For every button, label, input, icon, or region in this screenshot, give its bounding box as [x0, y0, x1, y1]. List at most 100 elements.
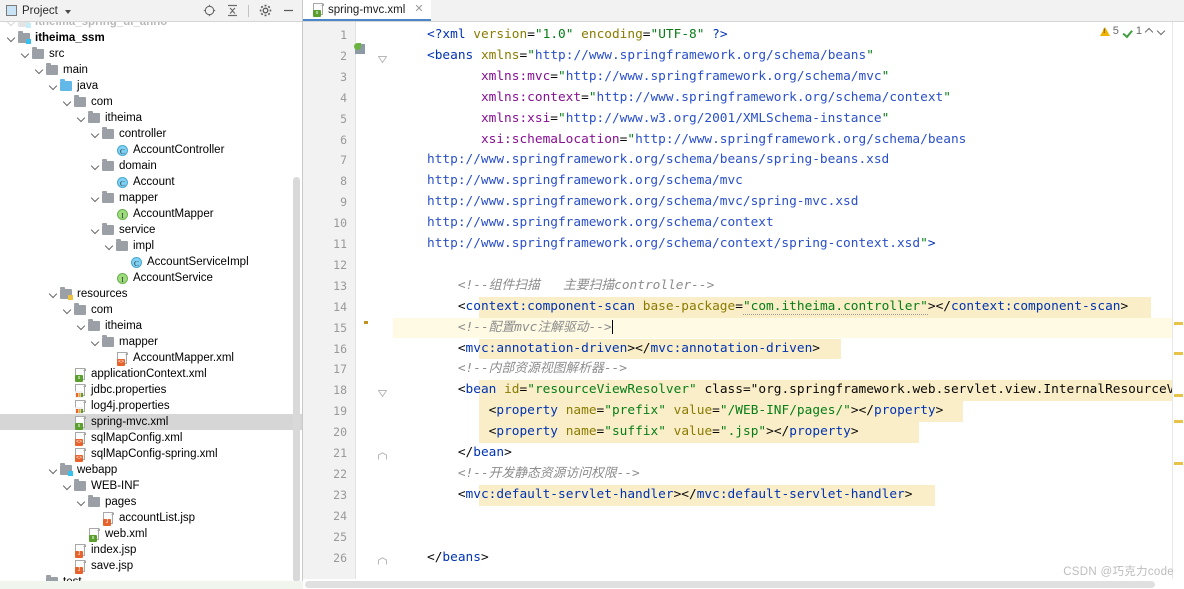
tree-node-com[interactable]: com: [0, 302, 302, 318]
tree-node-account[interactable]: C Account: [0, 174, 302, 190]
tree-node-java[interactable]: java: [0, 78, 302, 94]
tree-node-label: log4j.properties: [91, 400, 170, 412]
tree-node-main[interactable]: main: [0, 62, 302, 78]
tree-node-label: com: [91, 96, 113, 108]
chevron-expand-icon[interactable]: [76, 497, 87, 508]
collapse-all-icon[interactable]: [225, 4, 239, 18]
tree-node-itheima[interactable]: itheima: [0, 110, 302, 126]
tree-node-impl[interactable]: impl: [0, 238, 302, 254]
spring-xml-file-icon: s: [87, 527, 102, 542]
tree-node-mapper[interactable]: mapper: [0, 334, 302, 350]
chevron-expand-icon[interactable]: [20, 49, 31, 60]
panel-bottom-strip: [0, 581, 303, 589]
chevron-expand-icon[interactable]: [48, 465, 59, 476]
spring-bean-gutter-icon[interactable]: [360, 300, 374, 314]
line-number: 6: [340, 132, 347, 147]
chevron-up-icon[interactable]: [1145, 27, 1154, 36]
tree-node-accountmapper-xml[interactable]: <> AccountMapper.xml: [0, 350, 302, 366]
code-fold-collapse-icon[interactable]: [377, 385, 388, 398]
error-stripe-marker[interactable]: [1174, 322, 1183, 325]
horizontal-scrollbar[interactable]: [305, 581, 1155, 588]
annotation-gutter[interactable]: [354, 22, 393, 589]
tree-node-sqlmapconfig-spring-xml[interactable]: <> sqlMapConfig-spring.xml: [0, 446, 302, 462]
tree-node-accountcontroller[interactable]: C AccountController: [0, 142, 302, 158]
hide-panel-icon[interactable]: [281, 4, 295, 18]
tree-node-sqlmapconfig-xml[interactable]: <> sqlMapConfig.xml: [0, 430, 302, 446]
xml-file-icon: <>: [73, 447, 88, 462]
tree-node-com[interactable]: com: [0, 94, 302, 110]
jsp-file-icon: J: [101, 511, 116, 526]
properties-file-icon: [73, 399, 88, 414]
chevron-expand-icon[interactable]: [90, 337, 101, 348]
tree-node-service[interactable]: service: [0, 222, 302, 238]
tree-node-accountservice[interactable]: I AccountService: [0, 270, 302, 286]
chevron-expand-icon[interactable]: [90, 193, 101, 204]
close-icon[interactable]: ✕: [414, 4, 423, 15]
tree-node-index-jsp[interactable]: Jindex.jsp: [0, 542, 302, 558]
project-title-group[interactable]: Project: [6, 5, 71, 17]
chevron-expand-icon[interactable]: [62, 97, 73, 108]
chevron-expand-icon[interactable]: [76, 321, 87, 332]
chevron-expand-icon[interactable]: [48, 289, 59, 300]
spring-bean-gutter-icon[interactable]: [354, 42, 374, 63]
tree-node-log4j-properties[interactable]: log4j.properties: [0, 398, 302, 414]
java-interface-icon: I: [115, 208, 130, 221]
tree-node-jdbc-properties[interactable]: jdbc.properties: [0, 382, 302, 398]
tree-node-label: itheima: [105, 320, 143, 332]
chevron-expand-icon[interactable]: [104, 241, 115, 252]
error-stripe-marker-bar[interactable]: [1172, 22, 1184, 589]
chevron-expand-icon[interactable]: [34, 65, 45, 76]
code-editor[interactable]: 5 1 <?xml version="1.0" encoding="UTF-8"…: [393, 22, 1172, 589]
chevron-down-icon[interactable]: [64, 9, 71, 14]
error-stripe-marker[interactable]: [1174, 352, 1183, 355]
code-fold-end-icon[interactable]: [378, 553, 387, 564]
chevron-expand-icon[interactable]: [62, 481, 73, 492]
chevron-expand-icon[interactable]: [6, 22, 17, 28]
tree-node-web-xml[interactable]: s web.xml: [0, 526, 302, 542]
chevron-expand-icon[interactable]: [90, 129, 101, 140]
tree-node-src[interactable]: src: [0, 46, 302, 62]
tree-node-itheima[interactable]: itheima: [0, 318, 302, 334]
chevron-expand-icon[interactable]: [62, 305, 73, 316]
package-folder-icon: [115, 238, 130, 253]
settings-gear-icon[interactable]: [258, 4, 272, 18]
line-number: 24: [333, 508, 347, 523]
line-number: 12: [333, 257, 347, 272]
project-tree-scroll[interactable]: itheima_spring_di_anno itheima_ssm src main…: [0, 22, 302, 589]
tree-node-domain[interactable]: domain: [0, 158, 302, 174]
chevron-expand-icon[interactable]: [90, 225, 101, 236]
chevron-expand-icon[interactable]: [76, 113, 87, 124]
tree-node-save-jsp[interactable]: Jsave.jsp: [0, 558, 302, 574]
chevron-expand-icon[interactable]: [6, 33, 17, 44]
tree-node-itheima-ssm[interactable]: itheima_ssm: [0, 30, 302, 46]
error-stripe-marker[interactable]: [1174, 462, 1183, 465]
tree-node-itheima-spring-di-anno[interactable]: itheima_spring_di_anno: [0, 22, 302, 30]
folder-icon: [73, 302, 88, 317]
tree-node-spring-mvc-xml[interactable]: s spring-mvc.xml: [0, 414, 302, 430]
tree-node-accountlist-jsp[interactable]: JaccountList.jsp: [0, 510, 302, 526]
tree-node-pages[interactable]: pages: [0, 494, 302, 510]
folder-icon: [87, 494, 102, 509]
chevron-down-icon[interactable]: [1157, 27, 1166, 36]
tree-node-accountmapper[interactable]: I AccountMapper: [0, 206, 302, 222]
tree-node-applicationcontext-xml[interactable]: s applicationContext.xml: [0, 366, 302, 382]
code-fold-end-icon[interactable]: [378, 448, 387, 460]
code-fold-collapse-icon[interactable]: [377, 51, 388, 64]
locate-in-tree-icon[interactable]: [202, 4, 216, 18]
tree-node-resources[interactable]: resources: [0, 286, 302, 302]
tree-node-controller[interactable]: controller: [0, 126, 302, 142]
tree-node-accountserviceimpl[interactable]: C AccountServiceImpl: [0, 254, 302, 270]
editor-tab-spring-mvc-xml[interactable]: s spring-mvc.xml ✕: [303, 0, 431, 21]
tree-node-webapp[interactable]: webapp: [0, 462, 302, 478]
project-tree-scrollbar[interactable]: [293, 177, 300, 582]
error-stripe-marker[interactable]: [1174, 420, 1183, 423]
intention-bulb-icon[interactable]: [362, 321, 376, 335]
tree-node-web-inf[interactable]: WEB-INF: [0, 478, 302, 494]
error-stripe-marker[interactable]: [1174, 394, 1183, 397]
line-number-gutter: 1 2 3 4 5 6 7 8 9 10 11 12 13 14 15 16 17 18 19 20 21 22 23 24 2…: [303, 22, 355, 589]
editor-bottom-strip: [303, 579, 1184, 589]
tree-node-mapper[interactable]: mapper: [0, 190, 302, 206]
chevron-expand-icon[interactable]: [90, 161, 101, 172]
chevron-expand-icon[interactable]: [48, 81, 59, 92]
xml-file-icon: <>: [73, 431, 88, 446]
